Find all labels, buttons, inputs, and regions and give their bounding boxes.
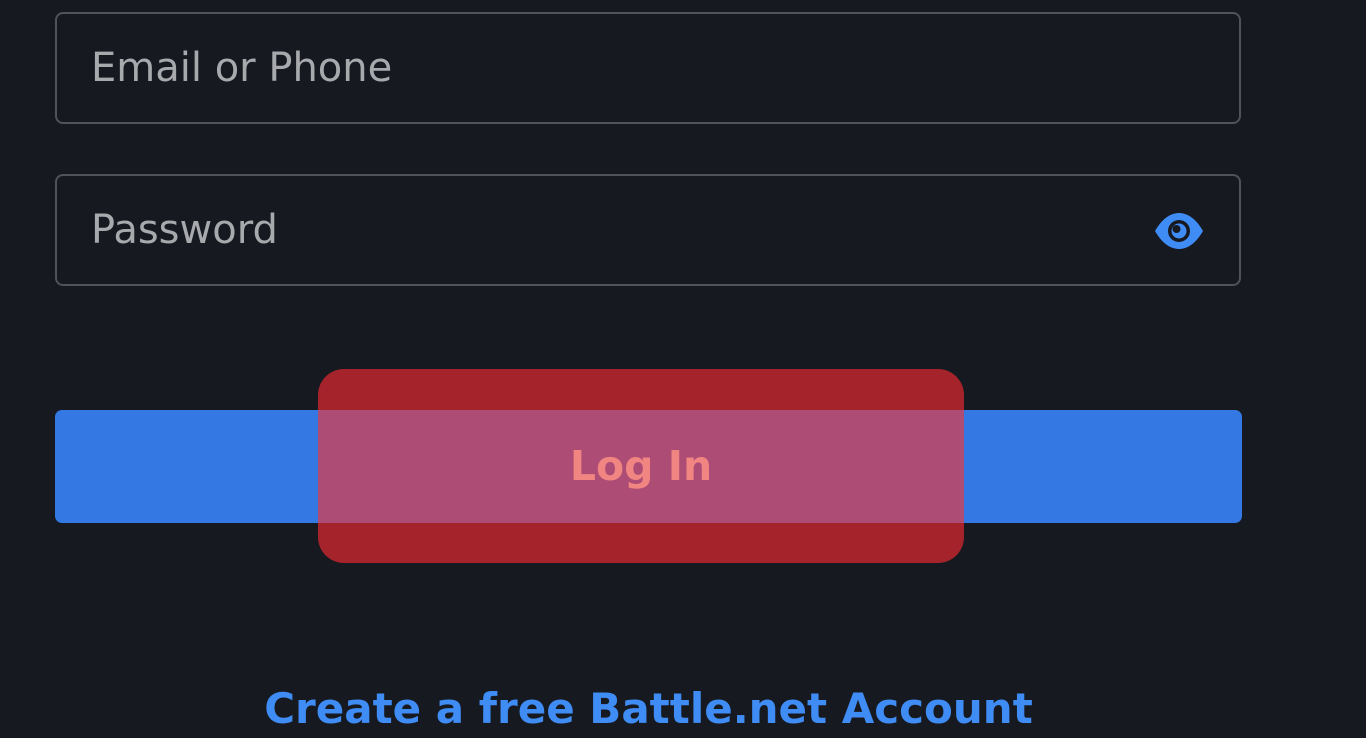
password-field[interactable] xyxy=(55,174,1241,286)
create-account-link[interactable]: Create a free Battle.net Account xyxy=(0,684,1297,733)
email-input[interactable] xyxy=(57,14,1239,122)
email-field[interactable] xyxy=(55,12,1241,124)
login-form: Log In Create a free Battle.net Account xyxy=(0,0,1366,738)
password-input[interactable] xyxy=(57,176,1239,284)
login-button[interactable] xyxy=(55,410,1242,523)
eye-icon[interactable] xyxy=(1153,212,1205,250)
